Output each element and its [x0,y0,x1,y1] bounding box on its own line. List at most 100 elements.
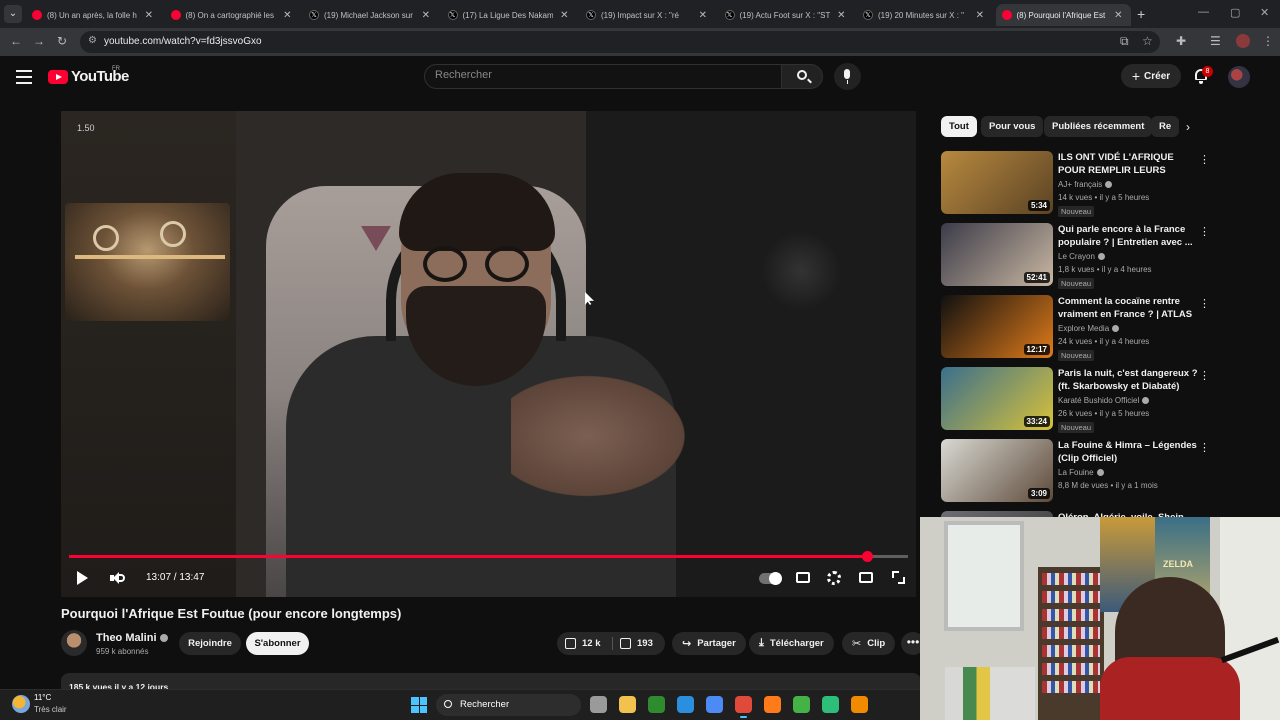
dislike-button[interactable]: 193 [620,632,653,655]
android-app-icon[interactable] [822,696,839,713]
recommended-video[interactable]: 5:34 ILS ONT VIDÉ L'AFRIQUE POUR REMPLIR … [941,151,1216,217]
clip-button[interactable]: ✂ Clip [842,632,896,655]
tab-close-icon[interactable]: ✕ [976,10,984,21]
weather-icon[interactable] [12,695,30,713]
video-thumbnail[interactable]: 5:34 [941,151,1053,214]
taskbar-search-box[interactable]: Rechercher [436,694,581,716]
video-thumbnail[interactable]: 52:41 [941,223,1053,286]
recommended-video[interactable]: 33:24 Paris la nuit, c'est dangereux ? (f… [941,367,1216,433]
tab-close-icon[interactable]: ✕ [560,10,568,21]
xbox-icon[interactable] [648,696,665,713]
recommended-channel[interactable]: Explore Media [1058,324,1120,333]
recommended-channel[interactable]: La Fouine [1058,468,1104,477]
chevron-right-icon[interactable]: › [1186,120,1190,134]
video-thumbnail[interactable]: 12:17 [941,295,1053,358]
tab-close-icon[interactable]: ✕ [699,10,707,21]
browser-tab[interactable]: 𝕏 (19) 20 Minutes sur X : " ✕ [857,4,992,26]
bookmark-star-icon[interactable]: ☆ [1142,34,1153,48]
chip-all[interactable]: Tout [941,116,977,137]
search-button[interactable] [781,64,823,89]
settings-gear-icon[interactable] [827,571,841,585]
tab-search-chevron-icon[interactable]: ⌄ [4,5,22,23]
video-player[interactable]: 1.50 13:07 / 13:47 [61,111,916,597]
task-view-icon[interactable] [590,696,607,713]
vlc-icon[interactable] [851,696,868,713]
more-options-icon[interactable]: ⋮ [1199,225,1210,238]
install-app-icon[interactable]: ⧉ [1120,34,1129,49]
browser-tab[interactable]: (8) On a cartographié les ✕ [165,4,300,26]
chip-recently-uploaded[interactable]: Publiées récemment [1044,116,1153,137]
subscribe-button[interactable]: S'abonner [246,632,309,655]
forward-icon[interactable]: → [33,34,45,48]
share-button[interactable]: ↪ Partager [672,632,746,655]
chip-related[interactable]: Re [1151,116,1180,137]
recommended-video-title[interactable]: Qui parle encore à la France populaire ?… [1058,223,1198,249]
file-explorer-icon[interactable] [619,696,636,713]
address-bar[interactable]: ⚙ youtube.com/watch?v=fd3jssvoGxo [80,31,1160,53]
video-thumbnail[interactable]: 33:24 [941,367,1053,430]
more-options-icon[interactable]: ⋮ [1199,153,1210,166]
recommended-video-title[interactable]: ILS ONT VIDÉ L'AFRIQUE POUR REMPLIR LEUR… [1058,151,1198,177]
browser-tab[interactable]: (8) Pourquoi l'Afrique Est ✕ [995,4,1131,26]
chrome-icon[interactable] [735,696,752,718]
chip-for-you[interactable]: Pour vous [981,116,1044,137]
reading-list-icon[interactable]: ☰ [1210,34,1221,48]
video-thumbnail[interactable]: 3:09 [941,439,1053,502]
reload-icon[interactable]: ↻ [57,34,67,48]
browser-tab[interactable]: 𝕏 (17) La Ligue Des Nakam ✕ [442,4,577,26]
tab-close-icon[interactable]: ✕ [283,10,291,21]
edge-icon[interactable] [677,696,694,713]
tab-close-icon[interactable]: ✕ [145,10,153,21]
recommended-video[interactable]: 52:41 Qui parle encore à la France popula… [941,223,1216,289]
new-tab-button[interactable]: + [1137,6,1145,22]
recommended-channel[interactable]: Karaté Bushido Officiel [1058,396,1150,405]
browser-tab[interactable]: (8) Un an après, la folle h ✕ [26,4,161,26]
browser-tab[interactable]: 𝕏 (19) Michael Jackson sur X ✕ [303,4,438,26]
hamburger-menu-icon[interactable] [16,70,32,84]
recommended-video[interactable]: 3:09 La Fouine & Himra – Légendes (Clip O… [941,439,1216,505]
tab-close-icon[interactable]: ✕ [837,10,845,21]
recommended-video[interactable]: 12:17 Comment la cocaïne rentre vraiment … [941,295,1216,361]
channel-avatar[interactable] [61,630,87,656]
windows-start-icon[interactable] [411,697,427,713]
extensions-icon[interactable]: ✚ [1176,34,1186,48]
tab-close-icon[interactable]: ✕ [1114,10,1122,21]
browser-tab[interactable]: 𝕏 (19) Impact sur X : "ré ✕ [580,4,715,26]
tab-close-icon[interactable]: ✕ [422,10,430,21]
voice-search-icon[interactable] [834,63,861,90]
recommended-video-title[interactable]: Paris la nuit, c'est dangereux ? (ft. Sk… [1058,367,1198,393]
youtube-logo[interactable]: YouTube FR [48,66,129,85]
recommended-video-title[interactable]: La Fouine & Himra – Légendes (Clip Offic… [1058,439,1198,465]
fullscreen-icon[interactable] [892,571,905,584]
more-options-icon[interactable]: ⋮ [1199,369,1210,382]
theater-mode-icon[interactable] [859,572,873,583]
browser-menu-icon[interactable]: ⋮ [1262,34,1274,48]
browser-profile-avatar[interactable] [1236,34,1250,48]
store-icon[interactable] [706,696,723,713]
more-options-icon[interactable]: ⋮ [1199,441,1210,454]
close-window-icon[interactable]: ✕ [1260,6,1269,19]
recommended-channel[interactable]: AJ+ français [1058,180,1113,189]
account-avatar[interactable] [1228,66,1250,88]
browser-tab[interactable]: 𝕏 (19) Actu Foot sur X : "ST ✕ [719,4,854,26]
site-info-icon[interactable]: ⚙ [88,35,97,46]
minimize-icon[interactable]: — [1198,6,1209,18]
play-icon[interactable] [77,571,88,585]
create-button[interactable]: + Créer [1121,64,1181,88]
back-icon[interactable]: ← [10,34,22,48]
channel-name[interactable]: Theo Malini [96,632,168,644]
volume-icon[interactable] [110,572,125,584]
like-button[interactable]: 12 k [565,632,601,655]
firefox-icon[interactable] [764,696,781,713]
recommended-video-title[interactable]: Comment la cocaïne rentre vraiment en Fr… [1058,295,1198,321]
video-progress-bar[interactable] [69,551,908,562]
maximize-icon[interactable]: ▢ [1230,6,1240,19]
recommended-channel[interactable]: Le Crayon [1058,252,1105,261]
subtitles-icon[interactable] [796,572,810,583]
download-button[interactable]: ⤓ Télécharger [749,632,834,655]
greenshot-icon[interactable] [793,696,810,713]
autoplay-toggle[interactable] [759,572,782,585]
join-button[interactable]: Rejoindre [179,632,241,655]
more-options-icon[interactable]: ⋮ [1199,297,1210,310]
search-input[interactable] [435,69,765,81]
